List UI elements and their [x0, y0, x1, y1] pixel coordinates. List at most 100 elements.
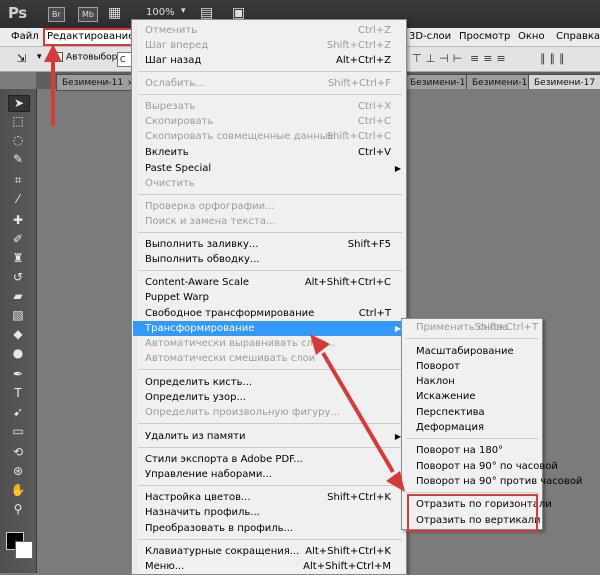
- menu-item-copy-merged[interactable]: Скопировать совмещенные данные Shift+Ctrl…: [133, 129, 405, 144]
- type-tool-icon[interactable]: T: [8, 386, 28, 401]
- submenu-arrow-icon: ▶: [394, 164, 401, 173]
- bridge-button[interactable]: Br: [48, 7, 65, 22]
- menu-view[interactable]: Просмотр: [459, 30, 510, 44]
- menu-separator: [138, 232, 402, 233]
- menu-item-define-custom-shape[interactable]: Определить произвольную фигуру...: [133, 405, 405, 420]
- zoom-tool-icon[interactable]: ⚲: [8, 502, 28, 517]
- autoselect-checkbox[interactable]: [53, 52, 63, 62]
- grid-icon[interactable]: ▦: [108, 5, 121, 21]
- menu-item-convert-profile[interactable]: Преобразовать в профиль...: [133, 521, 405, 536]
- autoselect-label: Автовыбор:: [66, 52, 121, 63]
- submenu-item-perspective[interactable]: Перспектива: [402, 405, 542, 420]
- 3d-orbit-tool-icon[interactable]: ⊛: [8, 464, 28, 479]
- submenu-item-distort[interactable]: Искажение: [402, 389, 542, 404]
- menu-item-spell-check[interactable]: Проверка орфографии...: [133, 199, 405, 214]
- brush-tool-icon[interactable]: ✐: [8, 232, 28, 247]
- chevron-down-icon[interactable]: ▾: [181, 6, 186, 16]
- submenu-item-rotate-90-cw[interactable]: Поворот на 90° по часовой: [402, 459, 558, 474]
- menu-help[interactable]: Справка: [556, 30, 600, 44]
- menu-item-auto-blend-layers[interactable]: Автоматически смешивать слои: [133, 351, 405, 366]
- menu-item-content-aware-scale[interactable]: Content-Aware Scale Alt+Shift+Ctrl+C: [133, 275, 405, 290]
- menu-item-fade[interactable]: Ослабить... Shift+Ctrl+F: [133, 76, 405, 91]
- background-color-swatch[interactable]: [15, 541, 33, 559]
- menu-item-transform[interactable]: Трансформирование ▶: [133, 321, 405, 336]
- menu-item-preset-manager[interactable]: Управление наборами...: [133, 467, 405, 482]
- marquee-tool-icon[interactable]: ⬚: [8, 114, 28, 129]
- hand-tool-icon[interactable]: ✋: [8, 483, 28, 498]
- align-icons[interactable]: ⊤⊥⊣⊢: [412, 52, 466, 65]
- mini-bridge-button[interactable]: Mb: [78, 7, 98, 22]
- menu-separator: [138, 423, 402, 424]
- history-brush-tool-icon[interactable]: ↺: [8, 270, 28, 285]
- healing-brush-tool-icon[interactable]: ✚: [8, 213, 28, 228]
- menu-item-puppet-warp[interactable]: Puppet Warp: [133, 290, 405, 305]
- menu-item-paste[interactable]: Вклеить Ctrl+V: [133, 145, 405, 160]
- submenu-item-scale[interactable]: Масштабирование: [402, 344, 542, 359]
- menu-edit[interactable]: Редактирование: [43, 28, 139, 46]
- photoshop-logo: Ps: [8, 4, 27, 22]
- tab-label: Безимени-15: [410, 78, 472, 88]
- eyedropper-tool-icon[interactable]: ⁄: [8, 192, 28, 207]
- menu-separator: [138, 539, 402, 540]
- menu-item-stroke[interactable]: Выполнить обводку...: [133, 252, 405, 267]
- menu-separator: [406, 438, 538, 439]
- menu-item-menus[interactable]: Меню... Alt+Shift+Ctrl+M: [133, 559, 405, 574]
- menu-item-define-pattern[interactable]: Определить узор...: [133, 390, 405, 405]
- menu-item-color-settings[interactable]: Настройка цветов... Shift+Ctrl+K: [133, 490, 405, 505]
- menu-item-cut[interactable]: Вырезать Ctrl+X: [133, 99, 405, 114]
- menu-item-undo[interactable]: Отменить Ctrl+Z: [133, 23, 405, 38]
- quick-select-tool-icon[interactable]: ✎: [8, 152, 28, 167]
- submenu-item-skew[interactable]: Наклон: [402, 374, 542, 389]
- menu-item-fill[interactable]: Выполнить заливку... Shift+F5: [133, 237, 405, 252]
- menu-item-keyboard-shortcuts[interactable]: Клавиатурные сокращения... Alt+Shift+Ctrl…: [133, 544, 405, 559]
- menu-item-paste-special[interactable]: Paste Special ▶: [133, 161, 405, 176]
- submenu-item-again[interactable]: Применить снова Shift+Ctrl+T: [402, 320, 542, 335]
- menu-separator: [138, 270, 402, 271]
- submenu-item-rotate-90-ccw[interactable]: Поворот на 90° против часовой: [402, 474, 582, 489]
- shape-tool-icon[interactable]: ▭: [8, 424, 28, 439]
- zoom-level[interactable]: 100%: [146, 7, 175, 18]
- distribute-icons[interactable]: ≡≡≡: [470, 52, 510, 65]
- menu-item-define-brush[interactable]: Определить кисть...: [133, 375, 405, 390]
- tools-panel: ➤ ⬚ ◌ ✎ ⌗ ⁄ ✚ ✐ ♜ ↺ ▰ ▧ ◆ ● ✒ T ➹ ▭ ⟲ ⊛ …: [0, 89, 37, 573]
- menu-item-purge[interactable]: Удалить из памяти ▶: [133, 429, 405, 444]
- edit-menu: Отменить Ctrl+Z Шаг вперед Shift+Ctrl+Z Ша…: [131, 19, 407, 575]
- blur-tool-icon[interactable]: ◆: [8, 327, 28, 342]
- menu-separator: [138, 194, 402, 195]
- distribute-h-icons[interactable]: ∥∥∥: [540, 52, 569, 65]
- menu-item-step-forward[interactable]: Шаг вперед Shift+Ctrl+Z: [133, 38, 405, 53]
- menu-window[interactable]: Окно: [518, 30, 545, 44]
- path-select-tool-icon[interactable]: ➹: [8, 405, 28, 420]
- menu-item-free-transform[interactable]: Свободное трансформирование Ctrl+T: [133, 306, 405, 321]
- submenu-item-warp[interactable]: Деформация: [402, 420, 542, 435]
- menu-file[interactable]: Файл: [11, 30, 39, 44]
- move-tool-icon[interactable]: ⇲: [17, 52, 26, 65]
- autoselect-option[interactable]: Автовыбор:: [53, 52, 120, 63]
- highlight-box: [407, 494, 538, 532]
- gradient-tool-icon[interactable]: ▧: [8, 308, 28, 323]
- menu-3d[interactable]: 3D-слои: [409, 30, 451, 44]
- menu-item-clear[interactable]: Очистить: [133, 176, 405, 191]
- submenu-item-rotate[interactable]: Поворот: [402, 359, 542, 374]
- tab-label: Безимени-11: [62, 78, 124, 88]
- pen-tool-icon[interactable]: ✒: [8, 367, 28, 382]
- menu-item-pdf-presets[interactable]: Стили экспорта в Adobe PDF...: [133, 452, 405, 467]
- move-tool-icon[interactable]: ➤: [8, 95, 30, 112]
- menu-separator: [138, 369, 402, 370]
- lasso-tool-icon[interactable]: ◌: [8, 133, 28, 148]
- dodge-tool-icon[interactable]: ●: [8, 346, 28, 361]
- menu-item-find-replace[interactable]: Поиск и замена текста...: [133, 214, 405, 229]
- crop-tool-icon[interactable]: ⌗: [8, 173, 28, 188]
- menu-separator: [406, 492, 538, 493]
- menu-item-auto-align-layers[interactable]: Автоматически выравнивать слои...: [133, 336, 405, 351]
- eraser-tool-icon[interactable]: ▰: [8, 289, 28, 304]
- menu-item-assign-profile[interactable]: Назначить профиль...: [133, 505, 405, 520]
- tab-document[interactable]: Безимени-11×: [56, 74, 140, 91]
- chevron-down-icon[interactable]: ▾: [37, 52, 42, 62]
- menu-item-step-backward[interactable]: Шаг назад Alt+Ctrl+Z: [133, 53, 405, 68]
- submenu-item-rotate-180[interactable]: Поворот на 180°: [402, 443, 542, 458]
- 3d-rotate-tool-icon[interactable]: ⟲: [8, 445, 28, 460]
- menu-item-copy[interactable]: Скопировать Ctrl+C: [133, 114, 405, 129]
- menu-separator: [138, 94, 402, 95]
- clone-stamp-tool-icon[interactable]: ♜: [8, 251, 28, 266]
